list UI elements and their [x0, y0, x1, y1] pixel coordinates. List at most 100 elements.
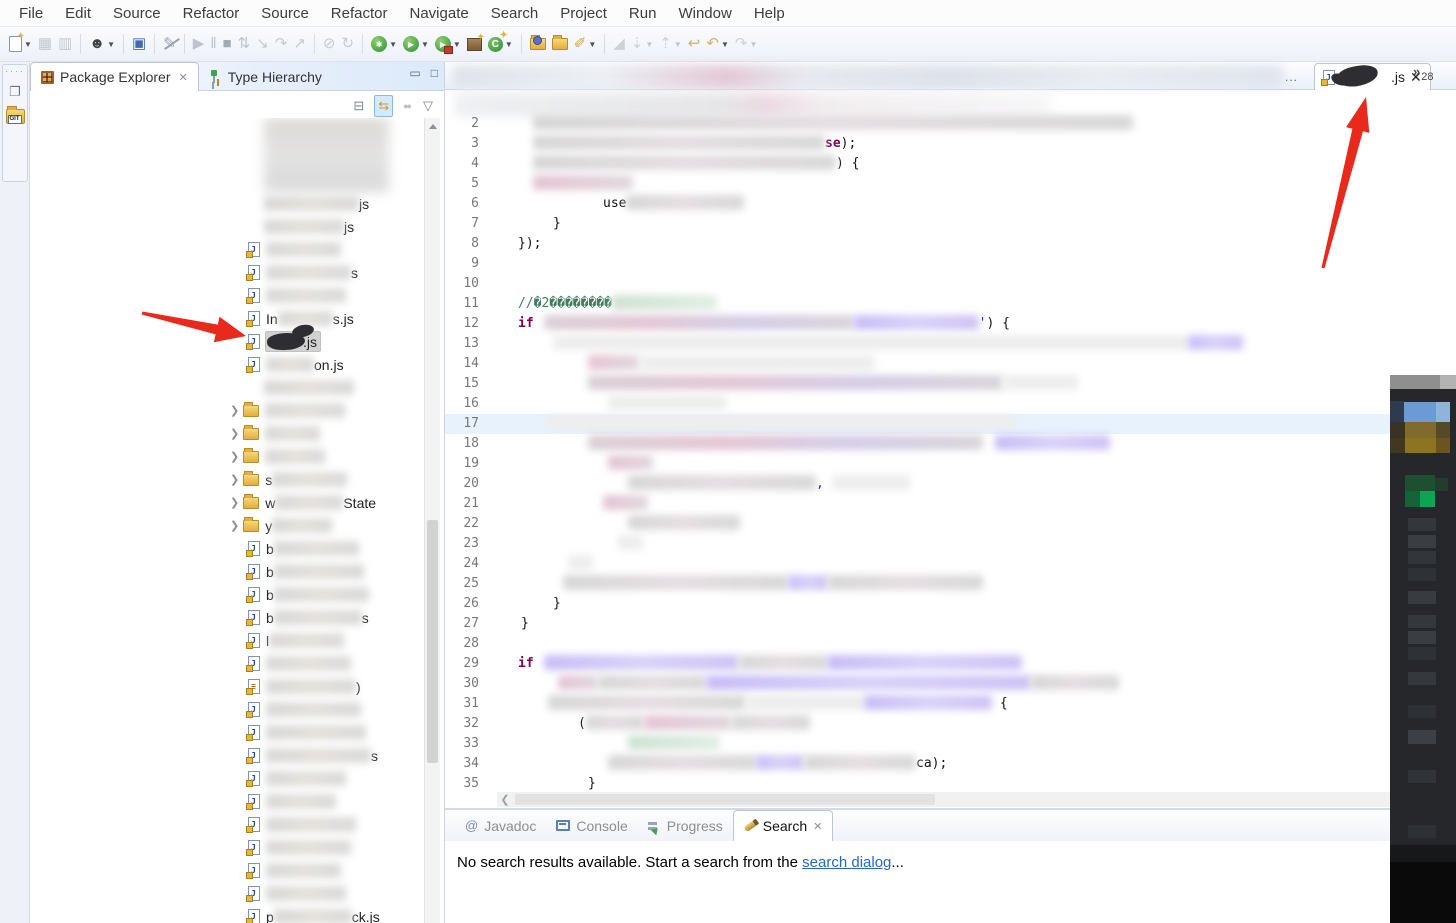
line-number[interactable]: 4: [445, 154, 479, 174]
run-button[interactable]: ▶ ▼: [401, 31, 431, 57]
line-number[interactable]: 21: [445, 494, 479, 514]
line-number[interactable]: 15: [445, 374, 479, 394]
project-tree[interactable]: jsjssIns.js.json.js❯❯❯❯s❯wState❯ybbbbsl)…: [30, 118, 423, 923]
tree-item[interactable]: ): [30, 675, 423, 698]
tab-package-explorer[interactable]: Package Explorer ✕: [30, 62, 199, 91]
line-number[interactable]: 5: [445, 174, 479, 194]
tab-progress[interactable]: Progress: [638, 810, 733, 841]
tree-item[interactable]: [30, 882, 423, 905]
line-number[interactable]: 29: [445, 654, 479, 674]
resume-button[interactable]: ▶: [191, 31, 207, 57]
tree-item[interactable]: pck.js: [30, 905, 423, 923]
skip-all-breakpoints-button[interactable]: ⊘: [321, 31, 338, 57]
pin-editor-button[interactable]: ✎: [161, 31, 178, 57]
line-number[interactable]: 8: [445, 234, 479, 254]
line-number[interactable]: 3: [445, 134, 479, 154]
tree-item[interactable]: on.js: [30, 353, 423, 376]
save-button[interactable]: ▦: [36, 31, 54, 57]
tree-item[interactable]: ❯: [30, 399, 423, 422]
line-number[interactable]: 16: [445, 394, 479, 414]
user-account-button[interactable]: ☻ ▼: [87, 31, 117, 57]
tree-item[interactable]: ❯: [30, 422, 423, 445]
tree-item[interactable]: ❯ w State: [30, 491, 423, 514]
tree-item[interactable]: js: [30, 215, 423, 238]
new-class-button[interactable]: C▼: [486, 30, 515, 57]
menu-source[interactable]: Source: [250, 2, 320, 25]
tree-item[interactable]: l: [30, 629, 423, 652]
open-task-button[interactable]: [528, 31, 548, 57]
line-number[interactable]: 27: [445, 614, 479, 634]
new-java-project-button[interactable]: [465, 31, 485, 57]
expander-icon[interactable]: ❯: [230, 496, 239, 509]
menu-file[interactable]: File: [8, 2, 54, 25]
minimize-view-button[interactable]: ▭: [409, 66, 420, 80]
tree-item[interactable]: [30, 836, 423, 859]
menu-refactor[interactable]: Refactor: [172, 2, 251, 25]
menu-source[interactable]: Source: [102, 2, 172, 25]
line-number[interactable]: 6: [445, 194, 479, 214]
line-number[interactable]: 9: [445, 254, 479, 274]
tab-type-hierarchy[interactable]: Type Hierarchy: [199, 62, 332, 91]
expander-icon[interactable]: ❯: [230, 473, 239, 486]
line-number[interactable]: 7: [445, 214, 479, 234]
hidden-tabs-chevron[interactable]: »28: [1413, 64, 1433, 83]
tree-item[interactable]: js: [30, 192, 423, 215]
menu-search[interactable]: Search: [480, 2, 550, 25]
menu-project[interactable]: Project: [549, 2, 618, 25]
expander-icon[interactable]: ❯: [230, 427, 239, 440]
scroll-left-arrow-icon[interactable]: ❮: [497, 793, 513, 806]
new-wizard-button[interactable]: ▼: [7, 31, 34, 57]
menu-window[interactable]: Window: [667, 2, 742, 25]
tree-item[interactable]: ❯ y: [30, 514, 423, 537]
terminate-button[interactable]: ■: [221, 31, 234, 57]
collapse-all-icon[interactable]: ⊟: [350, 96, 367, 116]
tree-item[interactable]: [30, 813, 423, 836]
editor-horizontal-scrollbar[interactable]: ❮: [497, 792, 1390, 807]
line-number[interactable]: 22: [445, 514, 479, 534]
line-number[interactable]: 10: [445, 274, 479, 294]
tree-item[interactable]: s: [30, 744, 423, 767]
menu-help[interactable]: Help: [743, 2, 796, 25]
code-text-area[interactable]: 2 3 se); 4) {5 6 use 7} 8}); 9 10 11//�2�������� 12…: [445, 114, 1390, 794]
disconnect-button[interactable]: ⇅: [236, 31, 253, 57]
line-number[interactable]: 23: [445, 534, 479, 554]
tree-item[interactable]: b: [30, 537, 423, 560]
mark-occurrences-button[interactable]: ◢: [611, 31, 627, 57]
scroll-up-arrow-icon[interactable]: [425, 118, 440, 134]
menu-refactor[interactable]: Refactor: [320, 2, 399, 25]
line-number[interactable]: 11: [445, 294, 479, 314]
line-number[interactable]: 13: [445, 334, 479, 354]
line-number[interactable]: 31: [445, 694, 479, 714]
tree-item[interactable]: Ins.js: [30, 307, 423, 330]
next-annotation-button[interactable]: ⇣ ▼: [629, 31, 656, 57]
line-number[interactable]: 30: [445, 674, 479, 694]
tree-item[interactable]: [30, 698, 423, 721]
tree-item[interactable]: b: [30, 560, 423, 583]
tree-item[interactable]: [30, 790, 423, 813]
line-number[interactable]: 32: [445, 714, 479, 734]
tree-item[interactable]: [30, 721, 423, 744]
search-dialog-link[interactable]: search dialog: [802, 854, 891, 871]
previous-annotation-button[interactable]: ⇡ ▼: [657, 31, 684, 57]
menu-run[interactable]: Run: [618, 2, 668, 25]
line-number[interactable]: 18: [445, 434, 479, 454]
close-view-icon[interactable]: ✕: [813, 820, 822, 833]
expander-icon[interactable]: ❯: [230, 450, 239, 463]
tray-drag-handle-icon[interactable]: ····: [3, 67, 27, 76]
line-number[interactable]: 34: [445, 754, 479, 774]
git-repositories-icon[interactable]: GIT: [3, 106, 27, 124]
restore-view-icon[interactable]: ❐: [3, 84, 27, 100]
line-number[interactable]: 17: [445, 414, 479, 434]
tab-javadoc[interactable]: @ Javadoc: [455, 810, 546, 841]
last-edit-location-button[interactable]: ↩: [686, 31, 703, 57]
line-number[interactable]: 26: [445, 594, 479, 614]
suspend-button[interactable]: ‖: [208, 31, 218, 57]
menu-navigate[interactable]: Navigate: [399, 2, 480, 25]
line-number[interactable]: 33: [445, 734, 479, 754]
close-view-icon[interactable]: ✕: [179, 71, 188, 84]
overlapping-dark-window[interactable]: [1390, 375, 1456, 923]
tree-item[interactable]: b: [30, 583, 423, 606]
coverage-button[interactable]: ▶ ▼: [433, 31, 463, 57]
expander-icon[interactable]: ❯: [230, 404, 239, 417]
focus-on-task-icon[interactable]: ●●: [400, 99, 413, 113]
